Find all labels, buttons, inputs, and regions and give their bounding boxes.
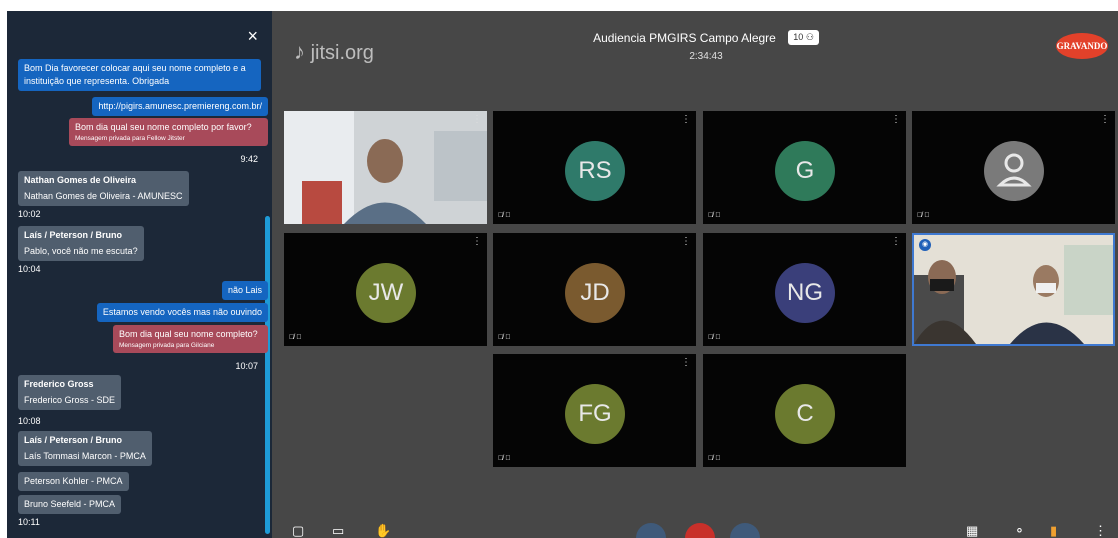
message-link[interactable]: http://pigirs.amunesc.premiereng.com.br/	[98, 101, 262, 111]
muted-icon: 🎙̸ ⧄	[708, 212, 721, 219]
chat-message: Bom Dia favorecer colocar aqui seu nome …	[18, 59, 261, 91]
participant-video	[284, 111, 487, 224]
private-chat-message: Bom dia qual seu nome completo? Mensagem…	[113, 325, 268, 353]
muted-icon: 🎙̸ ⧄	[498, 212, 511, 219]
message-text: Bom dia qual seu nome completo?	[119, 329, 258, 339]
meeting-duration: 2:34:43	[689, 51, 723, 62]
participant-count-badge[interactable]: 10 ⚇	[788, 30, 819, 46]
tile-menu-icon[interactable]: ⋮	[681, 115, 691, 125]
participant-avatar: C	[775, 384, 835, 444]
video-tile[interactable]: JD ⋮ 🎙̸ ⧄	[493, 233, 696, 346]
chat-message: Nathan Gomes de Oliveira Nathan Gomes de…	[18, 171, 189, 206]
muted-icon: 🎙̸ ⧄	[708, 334, 721, 341]
tile-view-icon[interactable]: ▦	[966, 524, 978, 537]
message-text: Bom dia qual seu nome completo por favor…	[75, 122, 252, 132]
message-time: 10:04	[18, 264, 41, 274]
tile-menu-icon[interactable]: ⋮	[472, 115, 482, 125]
video-tile[interactable]: ⋮	[284, 111, 487, 224]
video-tile[interactable]: JW ⋮ 🎙̸ ⧄	[284, 233, 487, 346]
meeting-title: Audiencia PMGIRS Campo Alegre	[593, 31, 776, 45]
message-time: 10:11	[18, 517, 40, 527]
muted-icon: 🎙̸ ⧄	[917, 212, 930, 219]
muted-icon: 🎙̸ ⧄	[289, 334, 302, 341]
muted-icon: 🎙̸ ⧄	[708, 455, 721, 462]
video-tile[interactable]: NG ⋮ 🎙̸ ⧄	[703, 233, 906, 346]
tile-menu-icon[interactable]: ⋮	[891, 237, 901, 247]
message-text: Nathan Gomes de Oliveira - AMUNESC	[24, 191, 183, 201]
private-note: Mensagem privada para Fellow Jitster	[75, 135, 185, 142]
message-text: Bom Dia favorecer colocar aqui seu nome …	[24, 63, 246, 86]
participant-avatar: JD	[565, 263, 625, 323]
tile-menu-icon[interactable]: ⋮	[891, 115, 901, 125]
chat-message: Laís / Peterson / Bruno Pablo, você não …	[18, 226, 144, 261]
message-text: Bruno Seefeld - PMCA	[24, 499, 116, 509]
active-speaker-tile[interactable]: ◉	[912, 233, 1115, 346]
private-chat-message: Bom dia qual seu nome completo por favor…	[69, 118, 268, 146]
chat-message: Frederico Gross Frederico Gross - SDE	[18, 375, 122, 410]
chat-message: Estamos vendo vocês mas não ouvindo	[96, 303, 268, 322]
message-text: Laís Tommasi Marcon - PMCA	[24, 451, 146, 461]
tile-menu-icon[interactable]: ⋮	[681, 237, 691, 247]
message-text: Pablo, você não me escuta?	[24, 246, 138, 256]
user-icon	[996, 153, 1032, 187]
participant-avatar: JW	[356, 263, 416, 323]
video-tile[interactable]: C 🎙̸ ⧄	[703, 354, 906, 467]
camera-button[interactable]	[730, 523, 760, 538]
chat-scrollbar[interactable]	[265, 216, 270, 534]
message-time: 10:07	[235, 361, 258, 371]
message-text: não Lais	[227, 285, 262, 295]
video-tile[interactable]: RS ⋮ 🎙̸ ⧄	[493, 111, 696, 224]
screenshare-icon[interactable]: ▭	[332, 524, 344, 537]
microphone-button[interactable]	[636, 523, 666, 538]
meeting-header: Audiencia PMGIRS Campo Alegre 10 ⚇ 2:34:…	[556, 29, 856, 62]
video-tile[interactable]: FG ⋮ 🎙̸ ⧄	[493, 354, 696, 467]
message-sender: Laís / Peterson / Bruno	[24, 435, 123, 445]
message-sender: Nathan Gomes de Oliveira	[24, 175, 137, 185]
participant-avatar: FG	[565, 384, 625, 444]
message-text: Peterson Kohler - PMCA	[24, 476, 123, 486]
chat-message: Laís / Peterson / Bruno Laís Tommasi Mar…	[18, 431, 152, 466]
chat-message: não Lais	[221, 281, 268, 300]
message-text: Estamos vendo vocês mas não ouvindo	[102, 307, 262, 317]
private-note: Mensagem privada para Gilciane	[119, 342, 215, 349]
message-sender: Frederico Gross	[24, 379, 94, 389]
raise-hand-icon[interactable]: ✋	[375, 524, 391, 537]
security-icon[interactable]: ▮	[1050, 524, 1057, 537]
message-time: 10:02	[18, 209, 41, 219]
video-tile[interactable]: G ⋮ 🎙̸ ⧄	[703, 111, 906, 224]
muted-icon: 🎙̸ ⧄	[498, 334, 511, 341]
jitsi-logo-icon: ♪	[294, 39, 305, 64]
hangup-button[interactable]	[685, 523, 715, 538]
message-sender: Laís / Peterson / Bruno	[24, 230, 123, 240]
recording-badge: GRAVANDO	[1056, 33, 1108, 59]
more-options-icon[interactable]: ⋮	[1094, 524, 1107, 537]
video-stage: ♪ jitsi.org Audiencia PMGIRS Campo Alegr…	[272, 11, 1118, 538]
chat-message: Peterson Kohler - PMCA	[18, 472, 129, 491]
participants-icon: ⚇	[805, 32, 814, 43]
dominant-speaker-icon: ◉	[919, 239, 931, 251]
message-time: 9:42	[240, 154, 258, 164]
message-time: 10:08	[18, 416, 41, 426]
close-chat-icon[interactable]: ×	[247, 27, 258, 45]
participant-avatar	[984, 141, 1044, 201]
participant-avatar: RS	[565, 141, 625, 201]
jitsi-logo: ♪ jitsi.org	[294, 39, 374, 64]
tile-menu-icon[interactable]: ⋮	[681, 358, 691, 368]
tile-menu-icon[interactable]: ⋮	[472, 237, 482, 247]
invite-icon[interactable]: ⚬	[1014, 524, 1025, 537]
video-tile[interactable]: ⋮ 🎙̸ ⧄	[912, 111, 1115, 224]
chat-message: Bruno Seefeld - PMCA	[18, 495, 122, 514]
chat-message: http://pigirs.amunesc.premiereng.com.br/	[92, 97, 268, 116]
participant-video	[914, 235, 1113, 344]
toolbar: ▢ ▭ ✋ ▦ ⚬ ▮ ⋮	[272, 520, 1118, 538]
participant-avatar: G	[775, 141, 835, 201]
chat-icon[interactable]: ▢	[292, 524, 304, 537]
tile-menu-icon[interactable]: ⋮	[1100, 115, 1110, 125]
participant-avatar: NG	[775, 263, 835, 323]
chat-panel: × Bom Dia favorecer colocar aqui seu nom…	[7, 11, 272, 538]
message-text: Frederico Gross - SDE	[24, 395, 116, 405]
muted-icon: 🎙̸ ⧄	[498, 455, 511, 462]
